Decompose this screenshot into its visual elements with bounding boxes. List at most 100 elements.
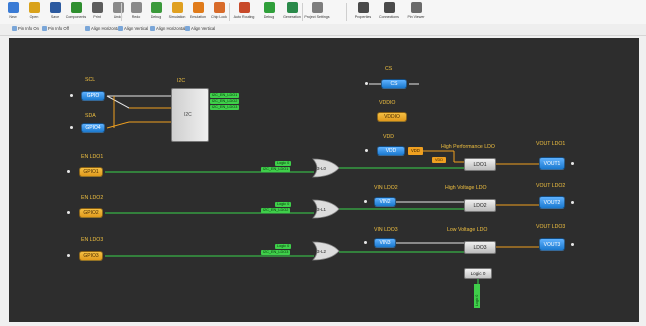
pin-dot xyxy=(70,94,73,97)
en-ldo2-gpio-block[interactable]: GPIO2 xyxy=(79,208,103,218)
scl-gpio-block[interactable]: GPIO xyxy=(81,91,105,101)
align-horizontal-icon xyxy=(150,26,155,31)
toolbar-button-debug[interactable]: Debug xyxy=(145,2,167,24)
toolbar-button-chip-lock[interactable]: Chip Lock xyxy=(208,2,230,24)
ldo1-title: High Performance LDO xyxy=(441,144,495,150)
toolbar-button-label: Project Settings xyxy=(304,15,330,19)
align-vertical-icon xyxy=(185,26,190,31)
gate2-label: 3-L1 xyxy=(317,207,327,212)
toolbar-button-pin-viewer[interactable]: Pin Viewer xyxy=(405,2,427,24)
subtoolbar-item[interactable]: Align Horizontal xyxy=(85,26,120,31)
logic0-net-tag: Logic 0 xyxy=(474,284,480,308)
properties-icon xyxy=(357,2,369,13)
subtoolbar-item-label: Pin Info Off xyxy=(48,26,69,31)
en-ldo1-gpio-block[interactable]: GPIO1 xyxy=(79,167,103,177)
i2c-block[interactable]: I2C xyxy=(171,88,209,142)
vdd-label: VDD xyxy=(383,134,394,140)
toolbar-button-label: Properties xyxy=(354,15,372,19)
subtoolbar-item[interactable]: Align Vertical xyxy=(185,26,215,31)
subtoolbar-item-label: Align Horizontal xyxy=(91,26,121,31)
vddio-block[interactable]: VDDIO xyxy=(377,112,407,122)
toolbar-button-generation[interactable]: Generation xyxy=(281,2,303,24)
subtoolbar-item[interactable]: Pin Info Off xyxy=(42,26,69,31)
en-ldo2-label: EN LDO2 xyxy=(81,195,104,201)
subtoolbar-item[interactable]: Align Vertical xyxy=(118,26,148,31)
gate3-label: 3-L2 xyxy=(317,249,327,254)
toolbar-button-redo[interactable]: Redo xyxy=(125,2,147,24)
pin-viewer-icon xyxy=(410,2,422,13)
toolbar-button-save[interactable]: Save xyxy=(44,2,66,24)
toolbar-button-print[interactable]: Print xyxy=(86,2,108,24)
auto-routing-icon xyxy=(238,2,250,13)
vin3-block[interactable]: VIN3 xyxy=(374,238,396,248)
settings-icon xyxy=(311,2,323,13)
vin-ldo2-label: VIN LDO2 xyxy=(374,185,398,191)
toolbar-separator xyxy=(121,3,122,21)
ldo1-block[interactable]: LDO1 xyxy=(464,158,496,171)
toolbar-button-label: Open xyxy=(29,15,39,19)
pin-info-off-icon xyxy=(42,26,47,31)
toolbar-button-project-settings[interactable]: Project Settings xyxy=(304,2,330,24)
vout1-block[interactable]: VOUT1 xyxy=(539,157,565,170)
align-horizontal-icon xyxy=(85,26,90,31)
toolbar-button-emulation[interactable]: Emulation xyxy=(187,2,209,24)
vout-ldo3-label: VOUT LDO3 xyxy=(536,224,566,230)
cs-block[interactable]: CS xyxy=(381,79,407,89)
vin-ldo3-label: VIN LDO3 xyxy=(374,227,398,233)
subtoolbar-item[interactable]: Align Horizontal xyxy=(150,26,185,31)
vin2-block[interactable]: VIN2 xyxy=(374,197,396,207)
i2c-output-tag: I2C_EN_LDO3 xyxy=(210,105,240,110)
simulation-icon xyxy=(171,2,183,13)
pin-dot xyxy=(571,243,574,246)
open-folder-icon xyxy=(28,2,40,13)
gate-input-tag: I2C_EN_LDO1 xyxy=(261,167,291,172)
scl-label: SCL xyxy=(85,77,96,83)
pin-dot xyxy=(365,82,368,85)
vout2-block[interactable]: VOUT2 xyxy=(539,196,565,209)
main-toolbar: New Open Save Components Print Undo Redo Debug S… xyxy=(0,0,646,24)
gate-input-tag: Logic 0 xyxy=(275,161,292,166)
toolbar-button-label: Emulation xyxy=(190,15,206,19)
pin-dot xyxy=(364,241,367,244)
ldo3-block[interactable]: LDO3 xyxy=(464,241,496,254)
i2c-title: I2C xyxy=(177,78,186,84)
ldo1-vdd-tag: VDD xyxy=(432,157,447,163)
subtoolbar-item-label: Align Horizontal xyxy=(156,26,186,31)
pin-dot xyxy=(571,162,574,165)
subtoolbar-item[interactable]: Pin Info On xyxy=(12,26,39,31)
pin-dot xyxy=(67,254,70,257)
pin-dot xyxy=(364,200,367,203)
toolbar-button-debug[interactable]: Debug xyxy=(258,2,280,24)
toolbar-button-simulation[interactable]: Simulation xyxy=(166,2,188,24)
subtoolbar-item-label: Align Vertical xyxy=(191,26,216,31)
ldo2-title: High Voltage LDO xyxy=(445,185,487,191)
gate-input-tag: I2C_EN_LDO3 xyxy=(261,250,291,255)
pin-dot xyxy=(67,170,70,173)
pin-dot xyxy=(70,126,73,129)
toolbar-button-label: Pin Viewer xyxy=(407,15,425,19)
toolbar-button-label: Auto Routing xyxy=(233,15,255,19)
en-ldo3-gpio-block[interactable]: GPIO3 xyxy=(79,251,103,261)
vout3-block[interactable]: VOUT3 xyxy=(539,238,565,251)
pin-dot xyxy=(571,201,574,204)
toolbar-button-connections[interactable]: Connections xyxy=(378,2,400,24)
toolbar-button-label: Components xyxy=(65,15,87,19)
schematic-canvas[interactable]: I2C I2C I2C_EN_LDO1 I2C_EN_LDO2 I2C_EN_L… xyxy=(9,38,639,322)
ldo2-block[interactable]: LDO2 xyxy=(464,199,496,212)
toolbar-button-label: Redo xyxy=(131,15,141,19)
subtoolbar-item-label: Pin Info On xyxy=(18,26,39,31)
toolbar-button-label: Generation xyxy=(283,15,301,19)
pin-info-icon xyxy=(12,26,17,31)
toolbar-button-open[interactable]: Open xyxy=(23,2,45,24)
toolbar-button-auto-routing[interactable]: Auto Routing xyxy=(233,2,255,24)
subtoolbar-item-label: Align Vertical xyxy=(124,26,149,31)
sda-gpio-block[interactable]: GPIO4 xyxy=(81,123,105,133)
vdd-block[interactable]: VDD xyxy=(377,146,405,156)
align-vertical-icon xyxy=(118,26,123,31)
toolbar-button-label: Debug xyxy=(150,15,162,19)
toolbar-button-properties[interactable]: Properties xyxy=(352,2,374,24)
toolbar-button-new[interactable]: New xyxy=(2,2,24,24)
logic0-block[interactable]: Logic 0 xyxy=(464,268,492,279)
toolbar-button-components[interactable]: Components xyxy=(65,2,87,24)
wires-layer xyxy=(105,83,539,284)
